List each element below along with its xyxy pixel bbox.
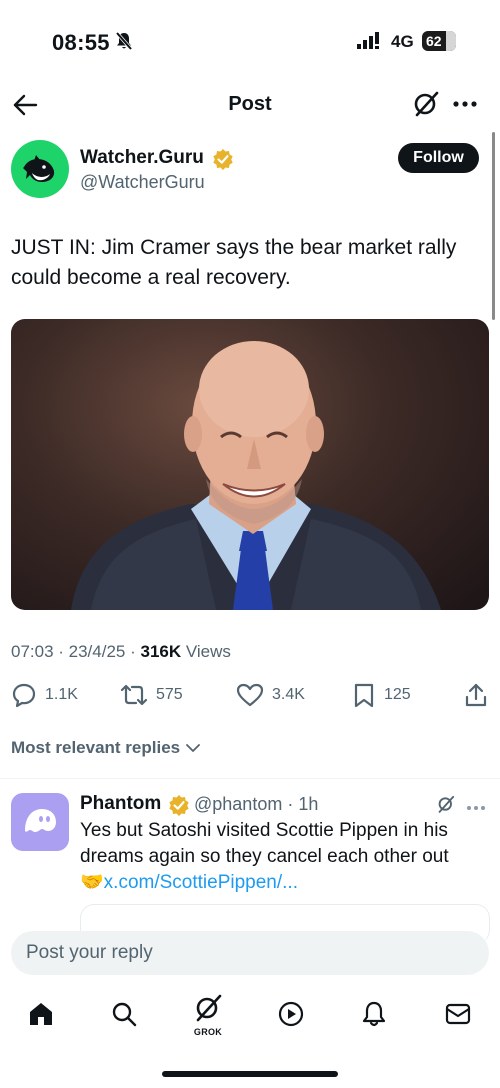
like-count: 3.4K [272, 686, 305, 703]
tab-home[interactable] [19, 990, 63, 1040]
reply-sort-label: Most relevant replies [11, 738, 181, 757]
post-actions: 1.1K 575 3.4K 125 [0, 682, 500, 712]
reply-more-icon[interactable] [466, 800, 486, 818]
home-indicator[interactable] [162, 1071, 338, 1077]
status-bar: 08:55 4G 62 [0, 0, 500, 80]
tab-video[interactable] [269, 990, 313, 1040]
reply-action[interactable]: 1.1K [11, 682, 78, 708]
video-icon [278, 1001, 304, 1027]
repost-action[interactable]: 575 [120, 682, 183, 708]
reply-composer[interactable] [11, 931, 489, 975]
reply-icon [12, 683, 36, 708]
repost-icon [120, 684, 148, 706]
phantom-ghost-icon [25, 809, 56, 832]
views-label: Views [181, 642, 231, 661]
battery-level: 62 [426, 33, 442, 49]
tab-messages[interactable] [436, 990, 480, 1040]
reply-input[interactable] [11, 931, 489, 975]
post-timestamp: 07:03 · 23/4/25 · [11, 642, 141, 661]
bookmark-action[interactable]: 125 [352, 682, 411, 708]
bookmark-count: 125 [384, 686, 411, 703]
views-count: 316K [140, 642, 182, 661]
post-meta: 07:03 · 23/4/25 · 316K Views [11, 642, 231, 662]
battery-icon: 62 [422, 31, 456, 51]
reply-avatar[interactable] [11, 793, 69, 851]
verified-badge-icon [168, 794, 190, 821]
tab-search[interactable] [102, 990, 146, 1040]
messages-icon [445, 1003, 471, 1025]
reply-count: 1.1K [45, 686, 78, 703]
grok-icon[interactable] [436, 793, 456, 820]
tab-notifications[interactable] [352, 990, 396, 1040]
tab-grok[interactable]: GROK [186, 990, 230, 1040]
whale-logo-icon [23, 155, 55, 182]
like-action[interactable]: 3.4K [236, 682, 305, 708]
signal-icon [357, 32, 383, 55]
repost-count: 575 [156, 686, 183, 703]
reply-handle-time[interactable]: @phantom · 1h [194, 794, 318, 815]
post-header: Post [0, 80, 500, 130]
reply-sort-dropdown[interactable]: Most relevant replies [11, 738, 201, 758]
bottom-tab-bar: GROK [0, 990, 500, 1050]
post-text: JUST IN: Jim Cramer says the bear market… [11, 236, 457, 289]
reply-text: Yes but Satoshi visited Scottie Pippen i… [80, 818, 490, 896]
follow-button[interactable]: Follow [398, 143, 479, 173]
notifications-icon [362, 1001, 386, 1027]
reply-link[interactable]: x.com/ScottiePippen/... [104, 872, 298, 893]
handshake-emoji: 🤝 [80, 872, 104, 893]
author-handle[interactable]: @WatcherGuru [80, 172, 205, 193]
home-icon [30, 1003, 52, 1025]
battery-empty-segment [446, 31, 456, 51]
network-type: 4G [391, 32, 414, 51]
reply-body: Yes but Satoshi visited Scottie Pippen i… [80, 820, 449, 867]
post-image[interactable] [11, 319, 489, 610]
search-icon [112, 1002, 137, 1027]
verified-badge-icon [212, 148, 234, 175]
share-icon [465, 683, 487, 707]
heart-icon [236, 683, 264, 707]
avatar[interactable] [11, 140, 69, 198]
divider [0, 778, 500, 779]
chevron-down-icon [186, 744, 201, 752]
scrollbar[interactable] [492, 132, 495, 320]
bell-muted-icon [115, 31, 133, 56]
reply-author-name[interactable]: Phantom [80, 793, 161, 815]
grok-icon[interactable] [412, 90, 440, 123]
status-time: 08:55 [52, 30, 110, 55]
bookmark-icon [354, 683, 374, 708]
share-action[interactable] [464, 682, 488, 708]
more-icon[interactable] [452, 94, 478, 119]
grok-icon [196, 994, 222, 1022]
author-name[interactable]: Watcher.Guru [80, 147, 204, 169]
tab-grok-label: GROK [193, 1027, 223, 1037]
